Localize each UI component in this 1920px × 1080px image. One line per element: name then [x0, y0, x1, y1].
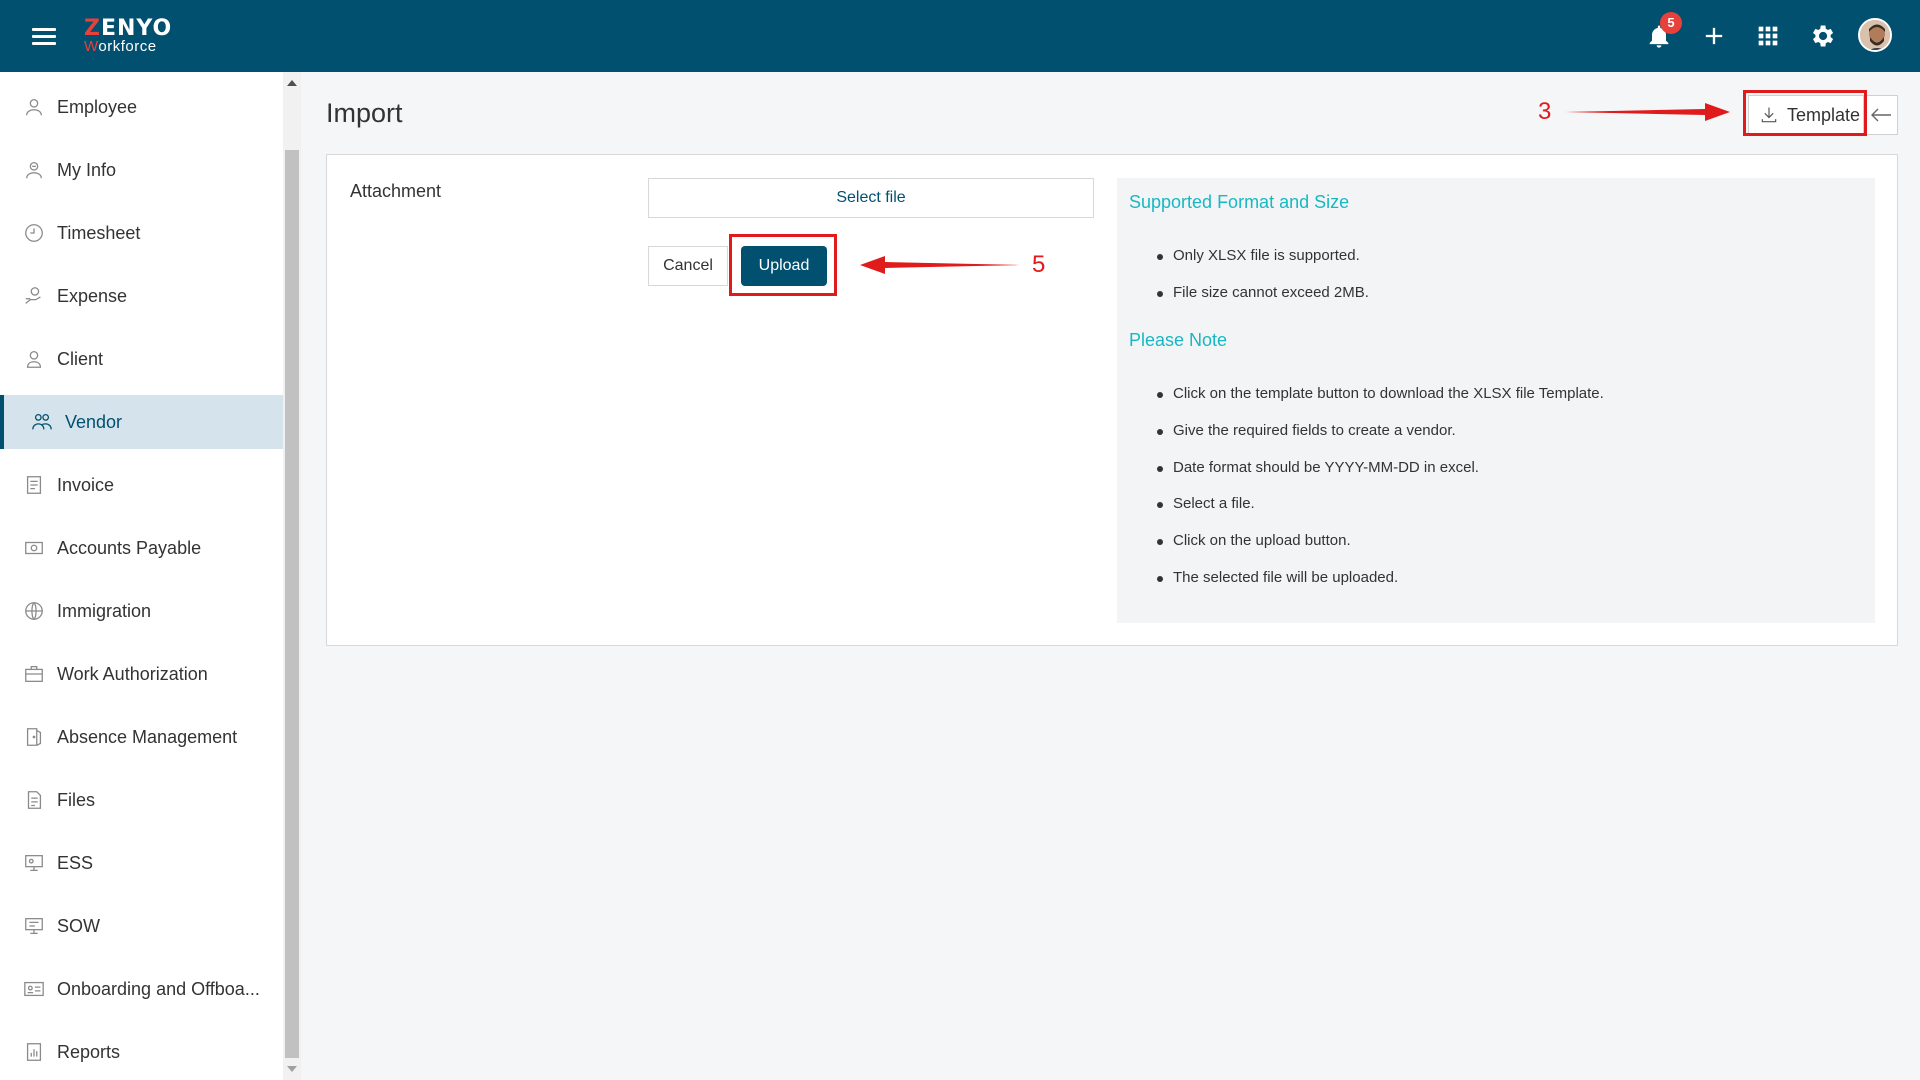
- sidebar-item-ess[interactable]: ESS: [0, 836, 283, 890]
- employee-icon: [22, 95, 46, 119]
- template-highlight-box: [1743, 90, 1867, 136]
- avatar[interactable]: [1858, 18, 1892, 52]
- sidebar-item-employee[interactable]: Employee: [0, 80, 283, 134]
- sidebar-item-work-authorization[interactable]: Work Authorization: [0, 647, 283, 701]
- notification-badge[interactable]: 5: [1660, 12, 1682, 34]
- top-bar: ZENYO Workforce 5: [0, 0, 1920, 72]
- list-item: File size cannot exceed 2MB.: [1157, 284, 1369, 301]
- sow-icon: [22, 914, 46, 938]
- list-item: Click on the template button to download…: [1157, 385, 1604, 402]
- sidebar-item-label: Invoice: [57, 474, 115, 495]
- list-item: Select a file.: [1157, 495, 1255, 512]
- apps-grid-icon[interactable]: [1754, 22, 1782, 50]
- annotation-arrow-left: [860, 256, 1020, 274]
- sidebar-item-reports[interactable]: Reports: [0, 1025, 283, 1079]
- back-button[interactable]: [1864, 95, 1898, 135]
- sidebar-item-label: Immigration: [57, 600, 152, 621]
- scroll-up-icon[interactable]: [287, 80, 297, 86]
- sidebar-item-my-info[interactable]: My Info: [0, 143, 283, 197]
- scroll-down-icon[interactable]: [287, 1066, 297, 1072]
- scroll-thumb[interactable]: [285, 150, 299, 1058]
- sidebar-scrollbar[interactable]: [283, 72, 301, 1080]
- id-card-icon: [22, 977, 46, 1001]
- sidebar-item-client[interactable]: Client: [0, 332, 283, 386]
- sidebar-item-label: Timesheet: [57, 222, 141, 243]
- client-icon: [22, 347, 46, 371]
- sidebar-item-absence-management[interactable]: Absence Management: [0, 710, 283, 764]
- door-icon: [22, 725, 46, 749]
- info-heading-format: Supported Format and Size: [1129, 192, 1350, 212]
- sidebar-item-label: My Info: [57, 159, 117, 180]
- sidebar-item-label: Work Authorization: [57, 663, 208, 684]
- sidebar-item-timesheet[interactable]: Timesheet: [0, 206, 283, 260]
- sidebar-item-label: SOW: [57, 915, 100, 936]
- sidebar-item-label: Expense: [57, 285, 128, 306]
- info-heading-note: Please Note: [1129, 330, 1228, 350]
- sidebar: Employee My Info Timesheet Expense Clien…: [0, 72, 283, 1080]
- expense-icon: [22, 284, 46, 308]
- sidebar-item-label: Client: [57, 348, 104, 369]
- accounts-payable-icon: [22, 536, 46, 560]
- list-item: Give the required fields to create a ven…: [1157, 422, 1456, 439]
- sidebar-item-files[interactable]: Files: [0, 773, 283, 827]
- gear-icon[interactable]: [1808, 22, 1836, 50]
- attachment-label: Attachment: [350, 181, 442, 201]
- sidebar-item-immigration[interactable]: Immigration: [0, 584, 283, 638]
- annotation-step-5: 5: [1032, 251, 1046, 278]
- select-file-button[interactable]: Select file: [648, 178, 1094, 218]
- sidebar-item-label: Vendor: [65, 411, 123, 432]
- sidebar-item-label: Onboarding and Offboa...: [57, 978, 260, 999]
- sidebar-item-label: Files: [57, 789, 96, 810]
- annotation-arrow-right: [1565, 103, 1730, 121]
- files-icon: [22, 788, 46, 812]
- cancel-button[interactable]: Cancel: [648, 246, 728, 286]
- sidebar-item-label: Absence Management: [57, 726, 238, 747]
- sidebar-item-label: Reports: [57, 1041, 121, 1062]
- arrow-left-icon: [1870, 108, 1891, 122]
- list-item: Click on the upload button.: [1157, 532, 1351, 549]
- plus-icon[interactable]: [1700, 22, 1728, 50]
- sidebar-item-label: Accounts Payable: [57, 537, 202, 558]
- logo[interactable]: ZENYO Workforce: [84, 18, 172, 55]
- sidebar-item-vendor[interactable]: Vendor: [0, 395, 283, 449]
- sidebar-item-onboarding[interactable]: Onboarding and Offboa...: [0, 962, 283, 1016]
- sidebar-item-invoice[interactable]: Invoice: [0, 458, 283, 512]
- clock-icon: [22, 221, 46, 245]
- list-item: The selected file will be uploaded.: [1156, 569, 1399, 586]
- logo-sub-rest: orkforce: [98, 38, 157, 55]
- sidebar-item-accounts-payable[interactable]: Accounts Payable: [0, 521, 283, 575]
- ess-icon: [22, 851, 46, 875]
- annotation-step-3: 3: [1538, 98, 1552, 125]
- sidebar-item-label: ESS: [57, 852, 94, 873]
- vendor-icon: [30, 410, 54, 434]
- list-item: Only XLSX file is supported.: [1157, 247, 1360, 264]
- menu-icon[interactable]: [32, 28, 56, 46]
- sidebar-item-label: Employee: [57, 96, 138, 117]
- list-item: Date format should be YYYY-MM-DD in exce…: [1157, 459, 1479, 476]
- upload-highlight-box: [729, 234, 837, 296]
- briefcase-icon: [22, 662, 46, 686]
- page-title: Import: [326, 98, 403, 128]
- invoice-icon: [22, 473, 46, 497]
- sidebar-item-sow[interactable]: SOW: [0, 899, 283, 953]
- reports-icon: [22, 1040, 46, 1064]
- logo-sub-first: W: [84, 38, 99, 55]
- user-info-icon: [22, 158, 46, 182]
- immigration-icon: [22, 599, 46, 623]
- sidebar-item-expense[interactable]: Expense: [0, 269, 283, 323]
